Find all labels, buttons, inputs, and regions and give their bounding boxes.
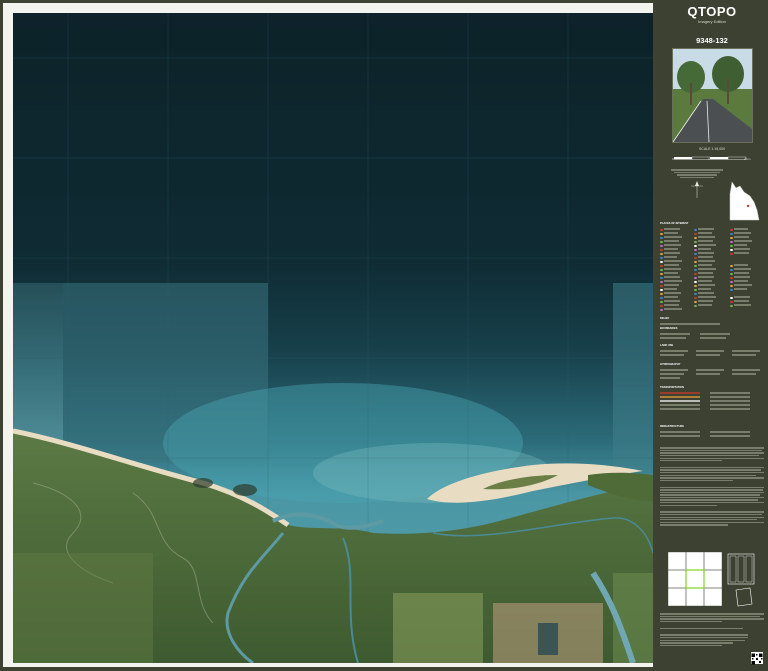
scale-bar: 0 1 2 km (664, 152, 760, 162)
legend-heading-boundaries: BOUNDARIES (660, 327, 678, 330)
legend-heading-places: PLACES OF INTEREST (660, 222, 689, 225)
footer-notes (660, 612, 764, 668)
satellite-imagery (13, 13, 653, 663)
brand-subtitle: Imagery Edition (698, 19, 726, 24)
notes-block (660, 446, 764, 546)
scale-label: SCALE 1:15,000 (698, 147, 726, 151)
legend: PLACES OF INTEREST RELIEF BOUNDARIES LAN… (660, 222, 764, 442)
current-sheet-highlight (685, 569, 705, 589)
satellite-map-image[interactable] (13, 13, 653, 663)
legend-heading-infrastructure: INFRASTRUCTURE (660, 425, 684, 428)
projection-note (668, 168, 726, 208)
scale-tick-2: 2 km (744, 157, 751, 161)
qr-code-icon[interactable] (751, 652, 763, 665)
map-sidebar: QTOPO Imagery Edition 9348-132 SCALE 1:1… (656, 0, 768, 671)
imagery-strip-right (613, 283, 653, 473)
sheet-number: 9348-132 (696, 36, 728, 45)
legend-heading-land-use: LAND USE (660, 344, 674, 347)
queensland-locator-icon (726, 180, 760, 222)
north-arrow-icon (691, 180, 703, 198)
legend-heading-relief: RELIEF (660, 317, 670, 320)
scale-tick-1: 1 (708, 157, 710, 161)
brand-title: QTOPO (687, 4, 737, 19)
legend-heading-transportation: TRANSPORTATION (660, 386, 684, 389)
legend-heading-hydrography: HYDROGRAPHY (660, 363, 681, 366)
map-frame (3, 3, 653, 667)
sheet-index-diagram[interactable] (666, 550, 758, 610)
cover-photo (672, 48, 753, 143)
imagery-strip-left (13, 283, 63, 453)
scale-tick-0: 0 (672, 157, 674, 161)
